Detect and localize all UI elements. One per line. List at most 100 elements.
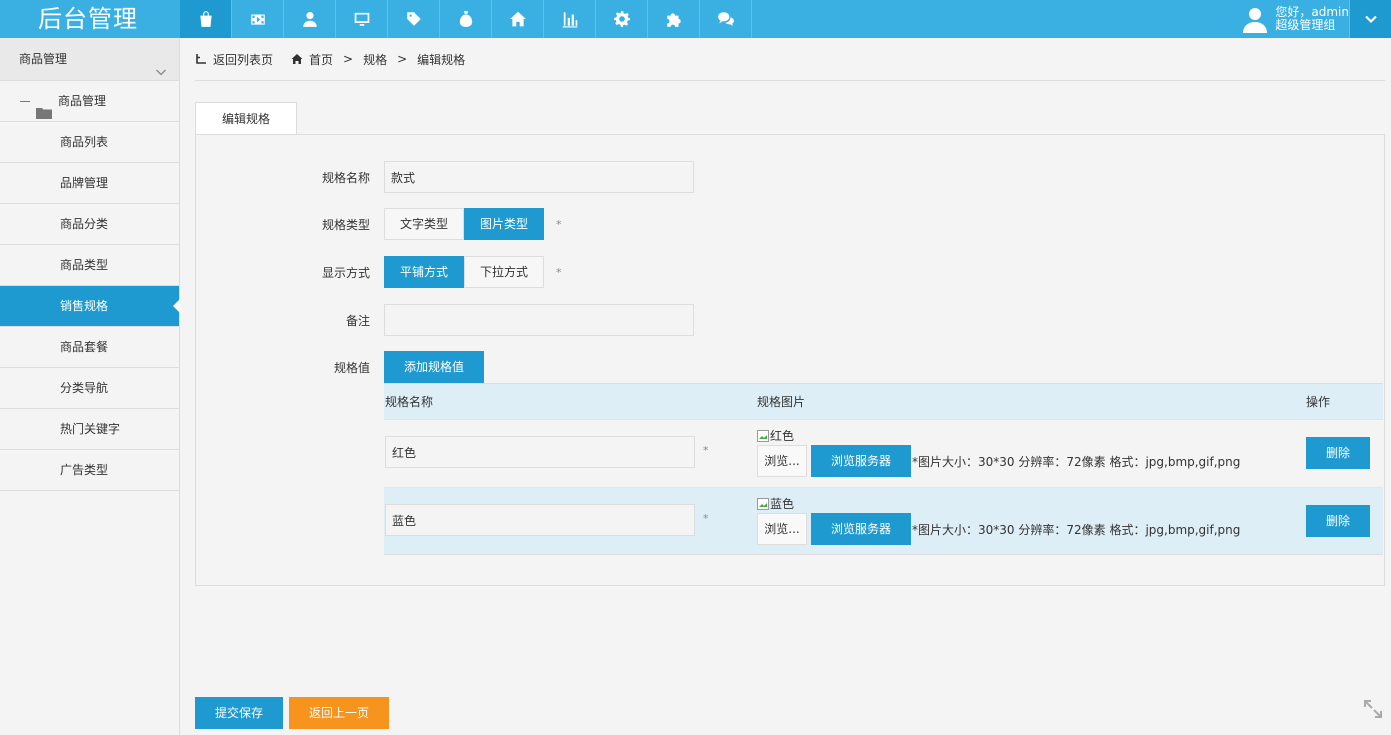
col-header-name: 规格名称: [385, 395, 434, 409]
bag-icon: [199, 11, 212, 27]
breadcrumb-home-link[interactable]: 首页: [291, 51, 333, 68]
display-mode-label: 显示方式: [321, 265, 370, 280]
monitor-icon: [354, 12, 369, 26]
required-mark: *: [703, 512, 709, 525]
sidebar-section-title: 商品管理: [19, 52, 68, 66]
sidebar-group-label: 商品管理: [58, 93, 107, 108]
nav-monitor-icon[interactable]: [336, 0, 388, 38]
display-dropdown-option[interactable]: 下拉方式: [464, 256, 545, 288]
row-display-mode: 显示方式 平铺方式 下拉方式 *: [196, 256, 562, 288]
spec-values-table: 规格名称 规格图片 操作 * 红色 浏览... 浏览服务器 *图片大小：30*3…: [384, 383, 1383, 555]
nav-user-icon[interactable]: [284, 0, 336, 38]
col-header-actions: 操作: [1306, 395, 1331, 409]
broken-image-icon: [757, 497, 769, 510]
sidebar-group-goods[interactable]: 商品管理: [0, 81, 179, 122]
breadcrumb-spec-link[interactable]: 规格: [363, 51, 387, 68]
spec-name-input[interactable]: [384, 161, 694, 193]
user-menu-toggle[interactable]: [1349, 0, 1391, 38]
nav-message-icon[interactable]: [700, 0, 752, 38]
return-icon: [196, 54, 206, 64]
delete-button[interactable]: 删除: [1306, 505, 1370, 537]
collapse-icon[interactable]: [1363, 699, 1383, 719]
row-spec-values: 规格值 添加规格值: [196, 351, 485, 383]
row-remark: 备注: [196, 304, 694, 336]
user-info[interactable]: 您好，admin 超级管理组: [1241, 0, 1349, 38]
spec-values-label: 规格值: [333, 360, 370, 375]
nav-goods-icon[interactable]: [180, 0, 232, 38]
table-row: * 蓝色 浏览... 浏览服务器 *图片大小：30*30 分辨率：72像素 格式…: [384, 487, 1383, 555]
spec-type-image-option[interactable]: 图片类型: [464, 208, 545, 240]
submit-save-button[interactable]: 提交保存: [195, 697, 283, 729]
breadcrumb-current: 编辑规格: [417, 52, 466, 67]
puzzle-icon: [666, 13, 681, 27]
required-mark: *: [703, 444, 709, 457]
browse-server-button[interactable]: 浏览服务器: [811, 445, 911, 477]
nav-tag-icon[interactable]: [388, 0, 440, 38]
breadcrumb-separator: >: [397, 52, 408, 66]
sidebar-item-category-nav[interactable]: 分类导航: [0, 368, 179, 409]
remark-input[interactable]: [384, 304, 694, 336]
col-header-image: 规格图片: [757, 395, 806, 409]
top-nav: [180, 0, 752, 38]
nav-home-icon[interactable]: [492, 0, 544, 38]
spec-value-name-input[interactable]: [385, 436, 695, 468]
spec-image-alt: 红色: [770, 429, 795, 443]
browse-local-button[interactable]: 浏览...: [757, 445, 807, 477]
nav-film-icon[interactable]: [232, 0, 284, 38]
required-mark: *: [556, 217, 562, 231]
spec-value-name-input[interactable]: [385, 504, 695, 536]
breadcrumb: 返回列表页 首页 > 规格 > 编辑规格: [195, 38, 1385, 81]
browse-server-button[interactable]: 浏览服务器: [811, 513, 911, 545]
spec-image-alt: 蓝色: [770, 497, 795, 511]
gear-icon: [613, 11, 630, 27]
nav-chart-icon[interactable]: [544, 0, 596, 38]
spec-type-toggle: 文字类型 图片类型: [384, 208, 545, 240]
display-tile-option[interactable]: 平铺方式: [384, 256, 465, 288]
spec-type-text-option[interactable]: 文字类型: [384, 208, 465, 240]
spec-name-label: 规格名称: [321, 170, 370, 185]
table-header: 规格名称 规格图片 操作: [384, 383, 1383, 419]
row-spec-type: 规格类型 文字类型 图片类型 *: [196, 208, 562, 240]
spec-image-broken: 蓝色: [757, 495, 794, 512]
chat-icon: [717, 12, 734, 26]
display-mode-toggle: 平铺方式 下拉方式: [384, 256, 545, 288]
row-spec-name: 规格名称: [196, 161, 694, 193]
required-mark: *: [556, 265, 562, 279]
bar-chart-icon: [562, 12, 577, 28]
sidebar-item-goods-list[interactable]: 商品列表: [0, 122, 179, 163]
browse-local-button[interactable]: 浏览...: [757, 513, 807, 545]
back-to-list-link[interactable]: 返回列表页: [195, 51, 273, 68]
top-header: 后台管理 您好，admin 超级管理组: [0, 0, 1391, 38]
home-icon: [291, 54, 303, 64]
film-icon: [250, 14, 265, 25]
sidebar: 商品管理 商品管理 商品列表 品牌管理 商品分类 商品类型 销售规格 商品套餐 …: [0, 38, 180, 735]
home-icon: [509, 11, 526, 27]
nav-money-icon[interactable]: [440, 0, 492, 38]
user-text: 您好，admin 超级管理组: [1275, 6, 1349, 32]
folder-icon: [36, 95, 52, 119]
go-back-button[interactable]: 返回上一页: [289, 697, 389, 729]
nav-settings-icon[interactable]: [596, 0, 648, 38]
sidebar-item-categories[interactable]: 商品分类: [0, 204, 179, 245]
sidebar-item-sales-specs[interactable]: 销售规格: [0, 286, 180, 327]
nav-plugin-icon[interactable]: [648, 0, 700, 38]
table-row: * 红色 浏览... 浏览服务器 *图片大小：30*30 分辨率：72像素 格式…: [384, 419, 1383, 487]
add-spec-value-button[interactable]: 添加规格值: [384, 351, 485, 383]
footer-actions: 提交保存 返回上一页: [195, 697, 389, 729]
sidebar-item-brands[interactable]: 品牌管理: [0, 163, 179, 204]
user-role: 超级管理组: [1275, 18, 1336, 32]
sidebar-item-goods-types[interactable]: 商品类型: [0, 245, 179, 286]
spec-image-broken: 红色: [757, 427, 794, 444]
brand-title: 后台管理: [38, 5, 138, 33]
image-hint: *图片大小：30*30 分辨率：72像素 格式：jpg,bmp,gif,png: [912, 523, 1241, 537]
back-to-list-label: 返回列表页: [213, 52, 274, 67]
sidebar-section-goods[interactable]: 商品管理: [0, 38, 179, 81]
sidebar-item-hot-keywords[interactable]: 热门关键字: [0, 409, 179, 450]
sidebar-item-ad-types[interactable]: 广告类型: [0, 450, 179, 491]
broken-image-icon: [757, 429, 769, 442]
money-bag-icon: [459, 11, 472, 27]
sidebar-item-packages[interactable]: 商品套餐: [0, 327, 179, 368]
tab-bar: 编辑规格: [195, 101, 298, 136]
tab-edit-spec[interactable]: 编辑规格: [195, 102, 298, 136]
delete-button[interactable]: 删除: [1306, 437, 1370, 469]
